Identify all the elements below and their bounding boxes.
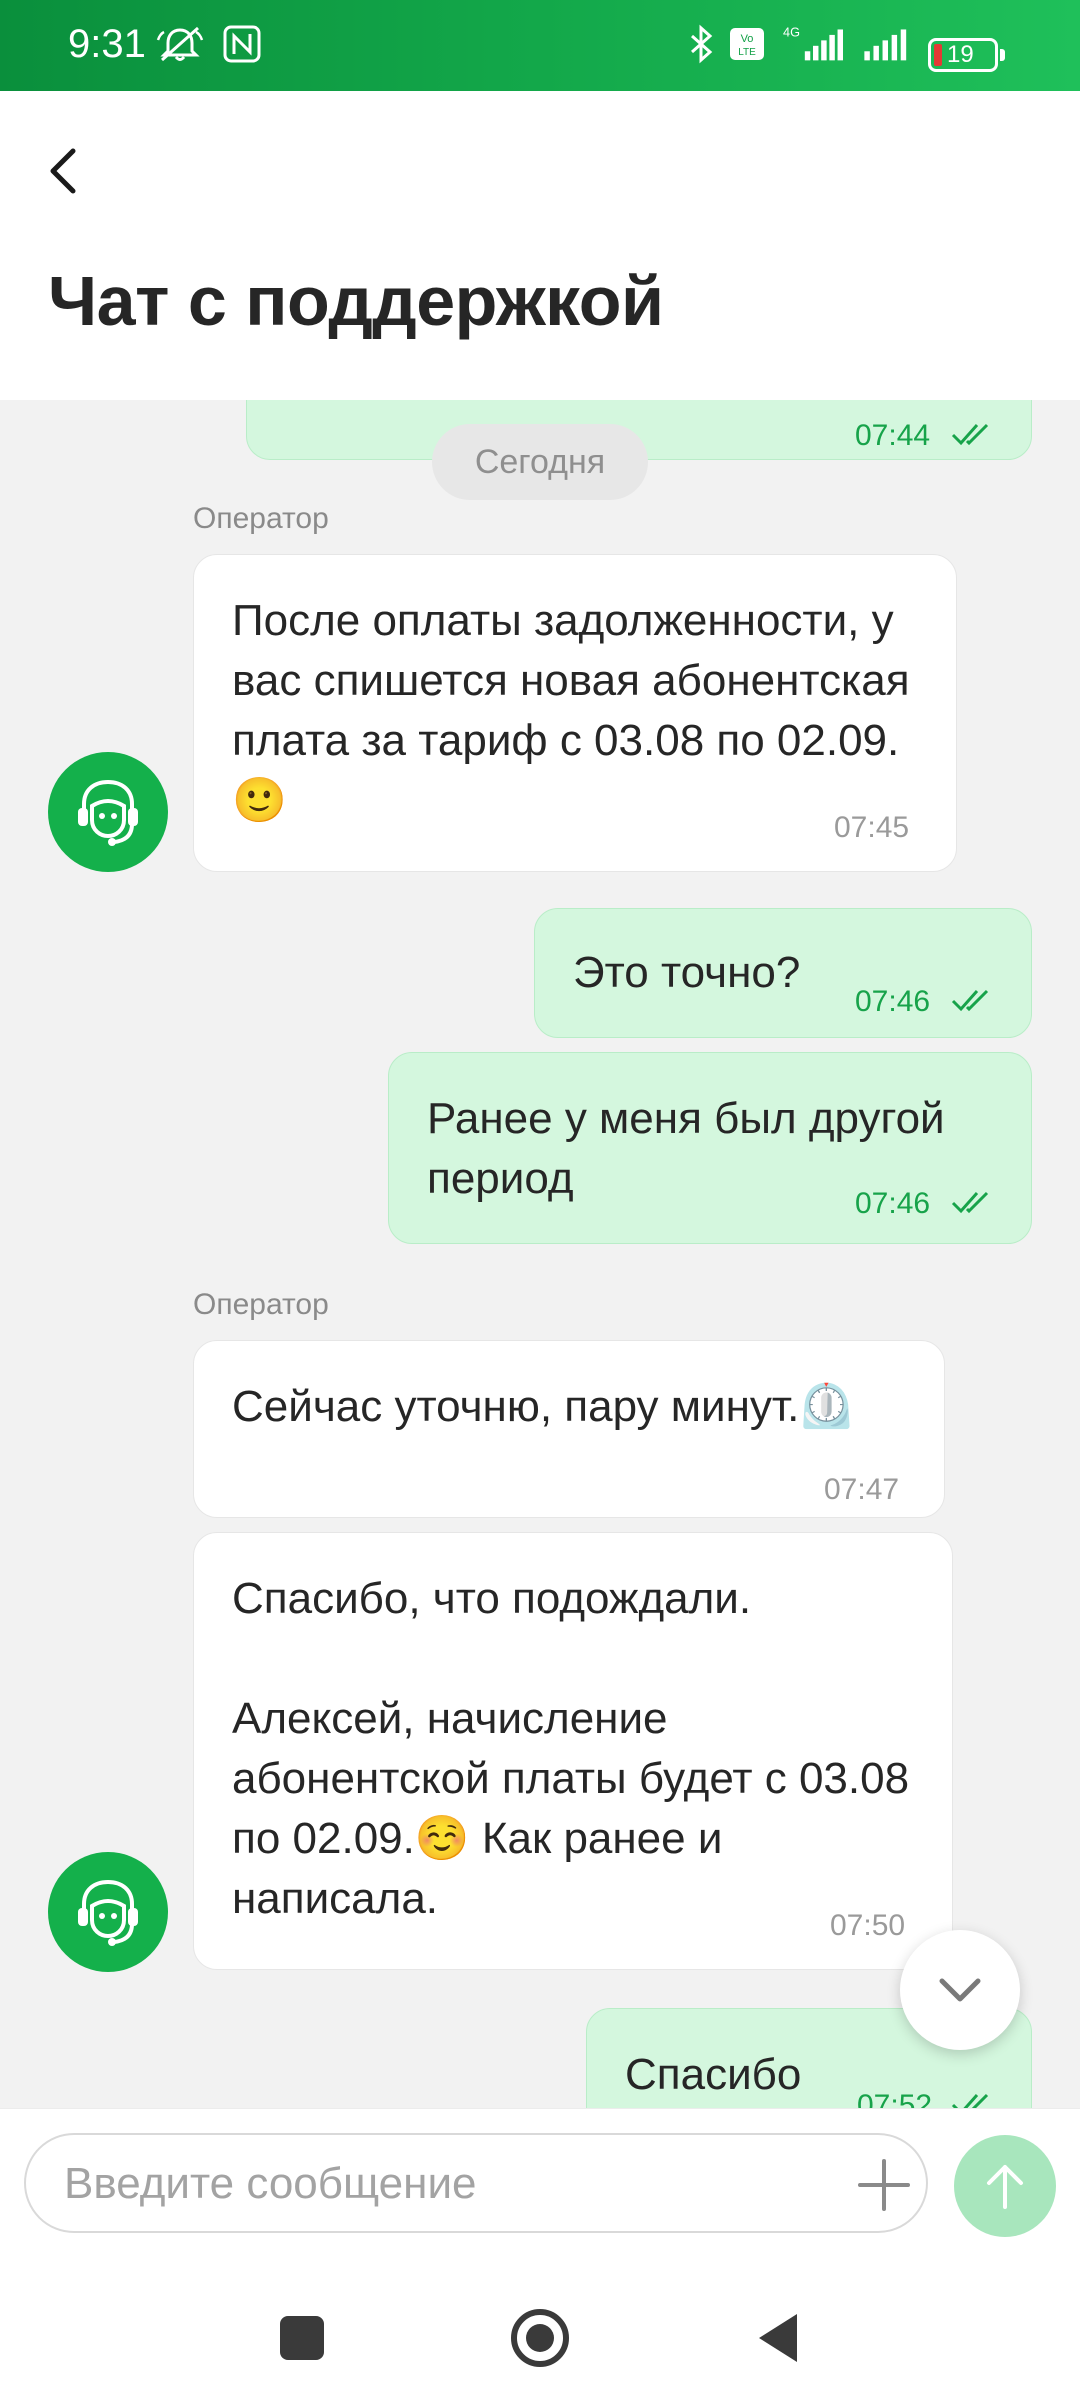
status-bar: 9:31 Vo LTE 4G 19 — [0, 0, 1080, 91]
header: Чат с поддержкой — [0, 91, 1080, 400]
arrow-up-icon — [987, 2165, 1023, 2209]
operator-avatar — [48, 752, 168, 872]
nfc-icon — [223, 25, 261, 63]
message-time: 07:46 — [855, 985, 931, 1018]
chevron-left-icon — [50, 148, 76, 194]
message-bubble-outgoing[interactable]: Ранее у меня был другой период 07:46 — [388, 1052, 1032, 1244]
support-agent-icon — [78, 779, 138, 846]
message-bubble-incoming[interactable]: После оплаты задолженности, у вас спишет… — [193, 554, 957, 872]
svg-text:Vo: Vo — [741, 33, 754, 45]
status-time: 9:31 — [68, 22, 146, 66]
double-check-icon — [951, 2093, 989, 2108]
message-bubble-incoming[interactable]: Спасибо, что подождали. Алексей, начисле… — [193, 1532, 953, 1970]
message-composer — [0, 2108, 1080, 2289]
message-time: 07:44 — [855, 419, 931, 452]
message-text: После оплаты задолженности, у вас спишет… — [232, 596, 910, 825]
mute-icon — [156, 26, 204, 62]
recents-button[interactable] — [252, 2288, 352, 2388]
back-button[interactable] — [38, 131, 88, 211]
date-divider: Сегодня — [432, 424, 648, 500]
system-nav-bar — [0, 2288, 1080, 2400]
chevron-down-icon — [939, 1978, 981, 2002]
scroll-to-bottom-button[interactable] — [900, 1930, 1020, 2050]
message-text: Это точно? — [573, 948, 801, 997]
signal-4g-icon: 4G — [783, 25, 843, 61]
battery-icon: 19 — [928, 38, 1005, 72]
double-check-icon — [951, 1191, 989, 1214]
message-time: 07:52 — [857, 2089, 933, 2108]
message-input[interactable] — [62, 2135, 826, 2233]
battery-level: 19 — [947, 41, 974, 68]
message-bubble-incoming[interactable]: Сейчас уточню, пару минут.⏲️ 07:47 — [193, 1340, 945, 1518]
sender-label: Оператор — [193, 502, 329, 535]
svg-text:4G: 4G — [783, 25, 800, 40]
message-text: Спасибо, что подождали. Алексей, начисле… — [232, 1574, 910, 1923]
page-title: Чат с поддержкой — [48, 262, 664, 340]
triangle-back-icon — [759, 2314, 797, 2362]
volte-icon: Vo LTE — [730, 28, 764, 60]
send-button[interactable] — [954, 2135, 1056, 2237]
square-icon — [280, 2316, 324, 2360]
message-time: 07:47 — [824, 1473, 900, 1506]
message-input-container[interactable] — [24, 2133, 928, 2233]
signal-icon — [864, 29, 907, 61]
message-bubble-outgoing[interactable]: Это точно? 07:46 — [534, 908, 1032, 1038]
message-text: Сейчас уточню, пару минут.⏲️ — [232, 1382, 855, 1431]
plus-icon[interactable] — [854, 2155, 914, 2215]
home-circle-icon — [511, 2309, 569, 2367]
support-agent-icon — [78, 1879, 138, 1946]
message-time: 07:50 — [830, 1909, 906, 1942]
message-text: Спасибо — [625, 2050, 802, 2099]
sender-label: Оператор — [193, 1288, 329, 1321]
message-time: 07:45 — [834, 811, 910, 844]
double-check-icon — [951, 423, 989, 446]
back-nav-button[interactable] — [728, 2288, 828, 2388]
svg-text:LTE: LTE — [738, 47, 756, 58]
operator-avatar — [48, 1852, 168, 1972]
message-time: 07:46 — [855, 1187, 931, 1220]
bluetooth-icon — [691, 24, 713, 64]
double-check-icon — [951, 989, 989, 1012]
chat-scroll-area[interactable]: 07:44 Сегодня Оператор После оплаты задо… — [0, 400, 1080, 2108]
home-button[interactable] — [490, 2288, 590, 2388]
